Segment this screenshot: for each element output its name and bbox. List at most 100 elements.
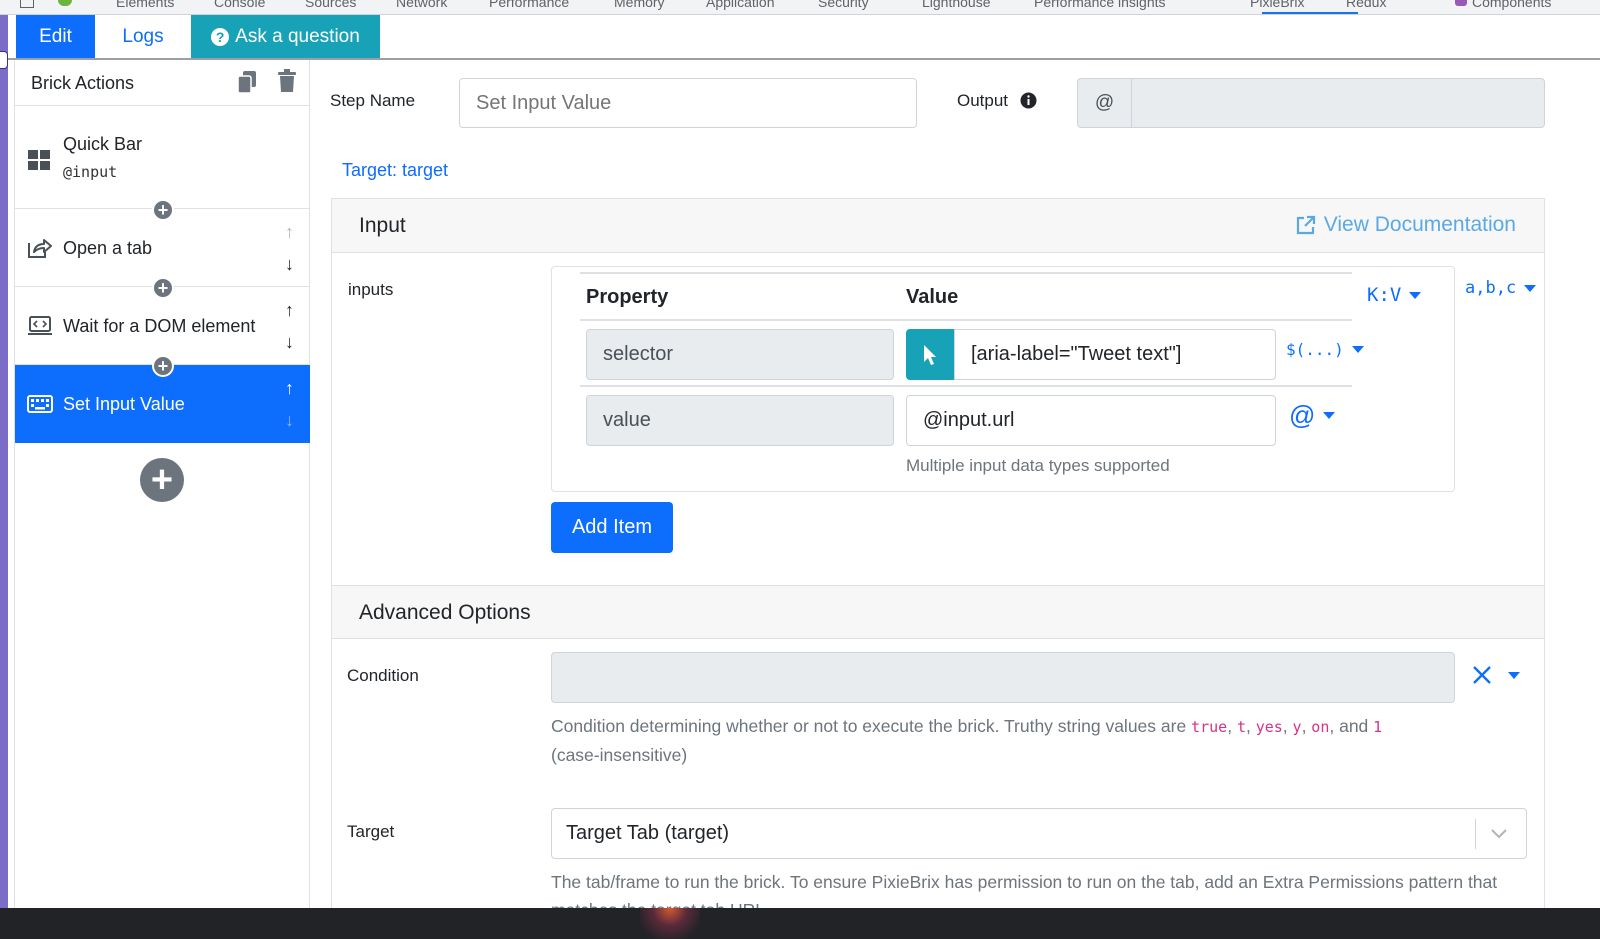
target-link[interactable]: Target: target	[342, 160, 448, 181]
advanced-options-title: Advanced Options	[359, 601, 531, 624]
arrow-up-icon[interactable]: ↑	[285, 379, 294, 397]
target-label: Target	[347, 822, 395, 841]
devtools-tab-console[interactable]: Console	[214, 0, 265, 10]
devtools-tab-security[interactable]: Security	[818, 0, 869, 10]
condition-input[interactable]	[551, 652, 1455, 703]
output-key-field[interactable]: @	[1077, 78, 1545, 128]
object-field-type-toggle[interactable]: K:V	[1367, 284, 1422, 306]
arrow-down-icon[interactable]: ↓	[285, 255, 294, 273]
advanced-options-header: Advanced Options	[332, 585, 1544, 639]
devtools-tab-redux[interactable]: Redux	[1346, 0, 1386, 10]
components-icon	[1455, 0, 1467, 6]
key-value-table: Property Value selector [aria-label="Twe…	[551, 266, 1455, 492]
column-header-property: Property	[586, 286, 669, 308]
caret-down-icon	[1524, 284, 1537, 292]
target-help-text: The tab/frame to run the brick. To ensur…	[551, 872, 1498, 908]
property-key-field[interactable]: selector	[586, 329, 894, 380]
brick-wait-for-dom-element[interactable]: Wait for a DOM element ↑ ↓	[15, 287, 310, 365]
value-field-help: Multiple input data types supported	[906, 456, 1170, 475]
abc-toggle-label: a,b,c	[1465, 278, 1517, 298]
devtools-tab-pixiebrix[interactable]: PixieBrix	[1250, 0, 1304, 10]
arrow-up-icon[interactable]: ↑	[285, 223, 294, 241]
brick-configuration-panel: Step Name Output @ Target: target Input …	[311, 60, 1600, 939]
add-item-button[interactable]: Add Item	[551, 502, 673, 553]
question-circle-icon: ?	[211, 27, 230, 46]
sidebar-header: Brick Actions	[15, 60, 310, 106]
brick-open-a-tab[interactable]: Open a tab ↑ ↓	[15, 209, 310, 287]
truthy-value: t	[1236, 718, 1246, 736]
truthy-value: y	[1292, 718, 1302, 736]
arrow-down-icon[interactable]: ↓	[285, 333, 294, 351]
variable-field-type-toggle[interactable]: @	[1289, 400, 1336, 431]
selector-field-type-toggle[interactable]: $(...)	[1286, 340, 1364, 359]
selector-value-field[interactable]: [aria-label="Tweet text"]	[954, 329, 1276, 380]
devtools-tab-strip: Elements Console Sources Network Perform…	[0, 0, 1600, 15]
output-prefix: @	[1078, 79, 1132, 127]
add-brick-button[interactable]: +	[152, 355, 174, 377]
devtools-tab-sources[interactable]: Sources	[305, 0, 356, 10]
devtools-tab-performance[interactable]: Performance	[489, 0, 569, 10]
devtools-tab-application[interactable]: Application	[706, 0, 775, 10]
step-name-label: Step Name	[330, 91, 416, 110]
kv-toggle-label: K:V	[1367, 284, 1402, 306]
editor-tab-bar: Edit Logs ? Ask a question	[8, 15, 1600, 60]
condition-help-suffix: (case-insensitive)	[551, 745, 688, 765]
tab-edit-label: Edit	[39, 25, 72, 47]
condition-help-text: Condition determining whether or not to …	[551, 716, 1383, 765]
variable-toggle-label: @	[1289, 400, 1316, 430]
external-link-icon	[1296, 215, 1315, 235]
element-selector-button[interactable]	[906, 329, 954, 380]
column-header-value: Value	[906, 286, 959, 308]
condition-help-prefix: Condition determining whether or not to …	[551, 716, 1187, 736]
brick-actions-sidebar: Brick Actions Quick Bar @input + Open a …	[14, 60, 310, 939]
tab-edit[interactable]: Edit	[16, 15, 95, 58]
brick-name: Quick Bar	[63, 134, 143, 154]
devtools-tab-components[interactable]: Components	[1472, 0, 1551, 10]
extension-icon	[58, 0, 72, 6]
clear-x-icon[interactable]	[1472, 665, 1492, 685]
chevron-down-icon	[1491, 829, 1507, 839]
property-key-field[interactable]: value	[586, 395, 894, 446]
add-brick-large-button[interactable]: +	[140, 458, 184, 502]
devtools-tab-memory[interactable]: Memory	[614, 0, 665, 10]
value-field[interactable]: @input.url	[906, 395, 1276, 446]
table-top-divider	[580, 272, 1352, 274]
macos-dock-strip	[0, 908, 1600, 939]
brick-quick-bar[interactable]: Quick Bar @input	[15, 107, 310, 209]
table-row-divider	[580, 319, 1352, 321]
array-field-type-toggle[interactable]: a,b,c	[1465, 278, 1537, 298]
step-name-input[interactable]	[459, 78, 917, 128]
truthy-value: on	[1311, 718, 1330, 736]
view-documentation-link[interactable]: View Documentation	[1296, 213, 1516, 237]
devtools-tab-network[interactable]: Network	[396, 0, 447, 10]
view-documentation-label: View Documentation	[1323, 213, 1516, 236]
arrow-up-icon[interactable]: ↑	[285, 301, 294, 319]
select-separator	[1475, 819, 1476, 849]
grid-icon	[28, 150, 50, 170]
copy-icon[interactable]	[237, 70, 257, 94]
share-square-icon	[28, 239, 52, 258]
brick-name: Open a tab	[63, 238, 153, 258]
condition-help-and: and	[1339, 716, 1369, 736]
devtools-tab-performance-insights[interactable]: Performance insights	[1034, 0, 1166, 10]
condition-field-type-caret[interactable]	[1508, 672, 1520, 679]
target-select[interactable]: Target Tab (target)	[551, 808, 1527, 859]
trash-icon[interactable]	[277, 69, 297, 93]
devtools-dock-icon[interactable]	[20, 0, 34, 8]
brick-name: Set Input Value	[63, 394, 185, 414]
caret-down-icon	[1323, 412, 1336, 419]
sidebar-title: Brick Actions	[31, 73, 135, 93]
devtools-tab-elements[interactable]: Elements	[116, 0, 174, 10]
dock-glow	[640, 908, 700, 939]
mouse-pointer-icon	[924, 344, 936, 365]
brick-name: Wait for a DOM element	[63, 316, 256, 336]
ask-question-button[interactable]: ? Ask a question	[191, 15, 380, 58]
input-card-header: Input View Documentation	[332, 199, 1544, 253]
ask-question-label: Ask a question	[235, 25, 360, 47]
devtools-tab-lighthouse[interactable]: Lighthouse	[922, 0, 991, 10]
info-circle-icon[interactable]	[1020, 92, 1037, 109]
arrow-down-icon[interactable]: ↓	[285, 411, 294, 429]
target-select-value: Target Tab (target)	[566, 822, 730, 844]
tab-logs[interactable]: Logs	[95, 15, 191, 58]
panel-toggle-icon[interactable]	[0, 51, 8, 69]
